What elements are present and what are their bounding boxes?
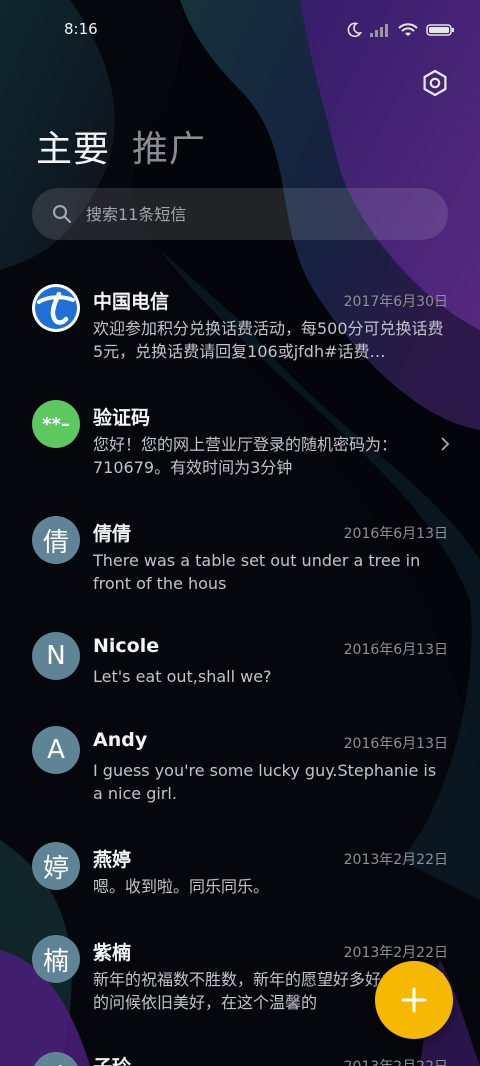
- conversation-date: 2017年6月30日: [343, 294, 448, 310]
- conversation-name: 中国电信: [93, 291, 170, 313]
- conversation-item[interactable]: 倩 倩倩 2016年6月13日 There was a table set ou…: [0, 510, 480, 610]
- conversation-name: 倩倩: [93, 523, 132, 545]
- conversation-item[interactable]: 玲 子玲 2013年2月22日: [0, 1046, 480, 1066]
- tab-promotions[interactable]: 推广: [132, 120, 206, 172]
- contact-avatar: 楠: [32, 935, 80, 983]
- new-message-button[interactable]: [375, 961, 453, 1039]
- status-time: 8:16: [64, 20, 98, 38]
- search-input[interactable]: [84, 203, 418, 225]
- message-tabs: 主要 推广: [36, 120, 206, 172]
- chevron-right-icon: [440, 436, 450, 456]
- settings-button[interactable]: [420, 68, 450, 98]
- contact-avatar: 倩: [32, 516, 80, 564]
- search-icon: [53, 205, 71, 223]
- signal-strength-icon: [370, 23, 390, 37]
- conversation-item[interactable]: A Andy 2016年6月13日 I guess you're some lu…: [0, 720, 480, 820]
- conversation-preview: Let's eat out,shall we?: [93, 667, 272, 686]
- status-bar: 8:16: [0, 0, 480, 62]
- contact-avatar: 婷: [32, 842, 80, 890]
- verification-code-avatar: **–: [32, 400, 80, 448]
- conversation-preview: I guess you're some lucky guy.Stephanie …: [93, 761, 437, 803]
- contact-avatar: A: [32, 726, 80, 774]
- conversation-name: 验证码: [93, 407, 151, 429]
- conversation-preview: 欢迎参加积分兑换话费活动，每500分可兑换话费5元，兑换话费请回复106或jfd…: [93, 319, 444, 361]
- conversation-date: 2016年6月13日: [343, 526, 448, 542]
- wifi-icon: [398, 23, 418, 37]
- search-bar[interactable]: [32, 188, 448, 240]
- conversation-name: Nicole: [93, 635, 160, 657]
- conversation-item[interactable]: **– 验证码 您好！您的网上营业厅登录的随机密码为：710679。有效时间为3…: [0, 394, 480, 494]
- conversation-name: 紫楠: [93, 942, 132, 964]
- conversation-item[interactable]: 中国电信 2017年6月30日 欢迎参加积分兑换话费活动，每500分可兑换话费5…: [0, 278, 480, 378]
- conversation-date: 2013年2月22日: [343, 945, 448, 961]
- conversation-date: 2013年2月22日: [344, 1056, 448, 1066]
- contact-avatar: 玲: [32, 1052, 80, 1066]
- tab-primary[interactable]: 主要: [36, 120, 110, 172]
- china-telecom-logo-avatar: [32, 284, 80, 332]
- conversation-name: Andy: [93, 729, 148, 751]
- conversation-item[interactable]: 婷 燕婷 2013年2月22日 嗯。收到啦。同乐同乐。: [0, 836, 480, 916]
- conversation-item[interactable]: N Nicole 2016年6月13日 Let's eat out,shall …: [0, 626, 480, 706]
- plus-icon: [401, 987, 427, 1013]
- conversation-preview: There was a table set out under a tree i…: [93, 551, 421, 593]
- conversation-date: 2013年2月22日: [343, 852, 448, 868]
- battery-icon: [426, 23, 454, 37]
- conversation-name: 子玲: [93, 1052, 131, 1066]
- conversation-name: 燕婷: [93, 849, 132, 871]
- conversation-date: 2016年6月13日: [343, 736, 448, 752]
- do-not-disturb-moon-icon: [346, 22, 362, 38]
- conversation-preview: 嗯。收到啦。同乐同乐。: [93, 877, 270, 896]
- settings-gear-icon: [423, 69, 447, 97]
- conversation-date: 2016年6月13日: [343, 642, 448, 658]
- conversation-preview: 您好！您的网上营业厅登录的随机密码为：710679。有效时间为3分钟: [93, 435, 398, 477]
- contact-avatar: N: [32, 632, 80, 680]
